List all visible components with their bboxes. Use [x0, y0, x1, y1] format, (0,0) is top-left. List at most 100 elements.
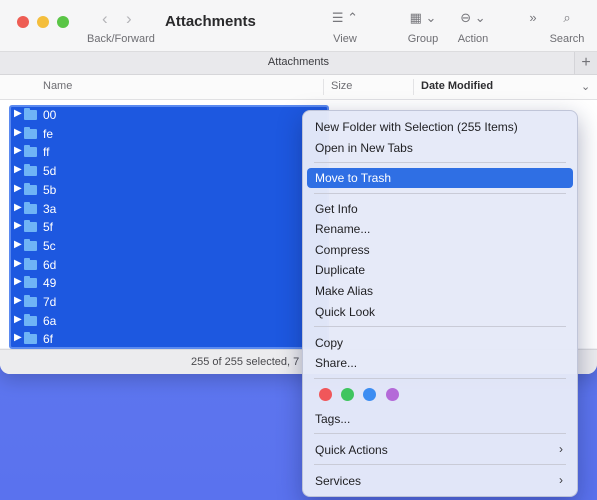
tag-color-purple[interactable] [386, 388, 399, 401]
new-tab-button[interactable]: + [574, 52, 597, 74]
group-button[interactable]: ▦ ⌄ Group [405, 8, 441, 45]
tab-attachments[interactable]: Attachments [0, 56, 597, 68]
folder-icon [24, 220, 37, 233]
tag-color-blue[interactable] [363, 388, 376, 401]
file-name: fe [43, 126, 54, 141]
file-name: 7d [43, 295, 57, 309]
back-forward-control: ‹ › [102, 9, 142, 29]
menu-item-rename[interactable]: Rename... [307, 219, 573, 239]
list-item[interactable]: ▶ 49 [11, 274, 311, 292]
menu-separator [314, 464, 566, 465]
disclosure-triangle-icon[interactable]: ▶ [14, 202, 22, 213]
file-name: 5f [43, 220, 54, 235]
menu-separator [314, 433, 566, 434]
disclosure-triangle-icon[interactable]: ▶ [14, 295, 22, 306]
list-item[interactable]: ▶ 6d [11, 256, 311, 274]
file-name: 3a [43, 201, 57, 216]
submenu-chevron-icon: › [559, 442, 563, 456]
close-window-button[interactable] [17, 16, 29, 28]
list-item[interactable]: ▶ 5b [11, 181, 311, 199]
menu-item-new-folder-with-selection[interactable]: New Folder with Selection (255 Items) [307, 117, 573, 137]
group-grid-icon: ▦ ⌄ [409, 10, 437, 25]
file-name: 5d [43, 164, 57, 179]
column-size[interactable]: Size [331, 80, 352, 92]
file-name: 6d [43, 257, 57, 272]
menu-item-compress[interactable]: Compress [307, 240, 573, 260]
minimize-window-button[interactable] [37, 16, 49, 28]
folder-icon [24, 108, 37, 120]
folder-icon [24, 295, 37, 307]
disclosure-triangle-icon[interactable]: ▶ [14, 239, 22, 250]
ellipsis-circle-icon: ⊖ ⌄ [460, 10, 486, 25]
disclosure-triangle-icon[interactable]: ▶ [14, 183, 22, 194]
list-item[interactable]: ▶ 6f [11, 330, 311, 348]
list-item[interactable]: ▶ 5d [11, 162, 311, 180]
menu-item-duplicate[interactable]: Duplicate [307, 260, 573, 280]
list-item[interactable]: ▶ 5c [11, 237, 311, 255]
selection-status: 255 of 255 selected, 7 [191, 356, 300, 368]
menu-item-tags[interactable]: Tags... [307, 409, 573, 429]
menu-item-share[interactable]: Share... [307, 353, 573, 373]
tag-color-red[interactable] [319, 388, 332, 401]
toolbar: ‹ › Back/Forward Attachments ☰ ⌃ View ▦ … [0, 0, 597, 52]
more-toolbar-button[interactable]: » [523, 8, 543, 28]
tag-color-green[interactable] [341, 388, 354, 401]
list-item[interactable]: ▶ 7d [11, 293, 311, 311]
folder-icon [24, 164, 37, 177]
back-forward-label: Back/Forward [87, 33, 155, 45]
submenu-chevron-icon: › [559, 473, 563, 487]
menu-item-get-info[interactable]: Get Info [307, 199, 573, 219]
menu-item-open-in-new-tabs[interactable]: Open in New Tabs [307, 138, 573, 158]
group-label: Group [407, 33, 439, 45]
zoom-window-button[interactable] [57, 16, 69, 28]
menu-item-make-alias[interactable]: Make Alias [307, 281, 573, 301]
disclosure-triangle-icon[interactable]: ▶ [14, 145, 22, 156]
disclosure-triangle-icon[interactable]: ▶ [14, 276, 22, 287]
folder-icon [24, 238, 37, 251]
view-button[interactable]: ☰ ⌃ View [330, 8, 360, 45]
sort-chevron-icon: ⌄ [581, 81, 591, 93]
list-view-icon: ☰ ⌃ [331, 10, 359, 25]
column-divider [413, 79, 414, 95]
search-icon: ⌕ [563, 10, 571, 25]
folder-icon [24, 276, 37, 289]
view-label: View [333, 33, 357, 45]
disclosure-triangle-icon[interactable]: ▶ [14, 127, 22, 138]
list-item[interactable]: ▶ 3a [11, 200, 311, 218]
tab-bar: Attachments + [0, 51, 597, 75]
file-name: ff [43, 145, 50, 160]
disclosure-triangle-icon[interactable]: ▶ [14, 220, 22, 231]
list-item[interactable]: ▶ 00 [11, 106, 311, 124]
search-button[interactable]: ⌕ Search [548, 8, 586, 45]
folder-icon [24, 201, 37, 214]
menu-separator [314, 326, 566, 327]
disclosure-triangle-icon[interactable]: ▶ [14, 108, 22, 119]
column-name[interactable]: Name [43, 80, 72, 92]
action-button[interactable]: ⊖ ⌄ Action [455, 8, 491, 45]
disclosure-triangle-icon[interactable]: ▶ [14, 164, 22, 175]
menu-item-move-to-trash[interactable]: Move to Trash [307, 168, 573, 188]
menu-separator [314, 193, 566, 194]
menu-item-quick-look[interactable]: Quick Look [307, 302, 573, 322]
disclosure-triangle-icon[interactable]: ▶ [14, 332, 22, 343]
folder-icon [24, 182, 37, 195]
menu-item-copy[interactable]: Copy [307, 333, 573, 353]
file-name: 6a [43, 313, 57, 328]
forward-icon[interactable]: › [126, 9, 132, 29]
search-label: Search [549, 33, 585, 45]
menu-separator [314, 162, 566, 163]
disclosure-triangle-icon[interactable]: ▶ [14, 314, 22, 325]
list-item[interactable]: ▶ ff [11, 143, 311, 161]
column-date-modified[interactable]: Date Modified [421, 80, 493, 92]
list-item[interactable]: ▶ 6a [11, 312, 311, 330]
menu-item-services[interactable]: Services › [307, 471, 573, 491]
list-item[interactable]: ▶ fe [11, 125, 311, 143]
back-icon[interactable]: ‹ [102, 9, 108, 29]
folder-icon [24, 257, 37, 270]
file-name: 6f [43, 332, 54, 347]
file-name: 00 [43, 108, 57, 122]
double-chevron-icon: » [529, 10, 537, 25]
disclosure-triangle-icon[interactable]: ▶ [14, 258, 22, 269]
list-item[interactable]: ▶ 5f [11, 218, 311, 236]
menu-item-quick-actions[interactable]: Quick Actions › [307, 440, 573, 460]
